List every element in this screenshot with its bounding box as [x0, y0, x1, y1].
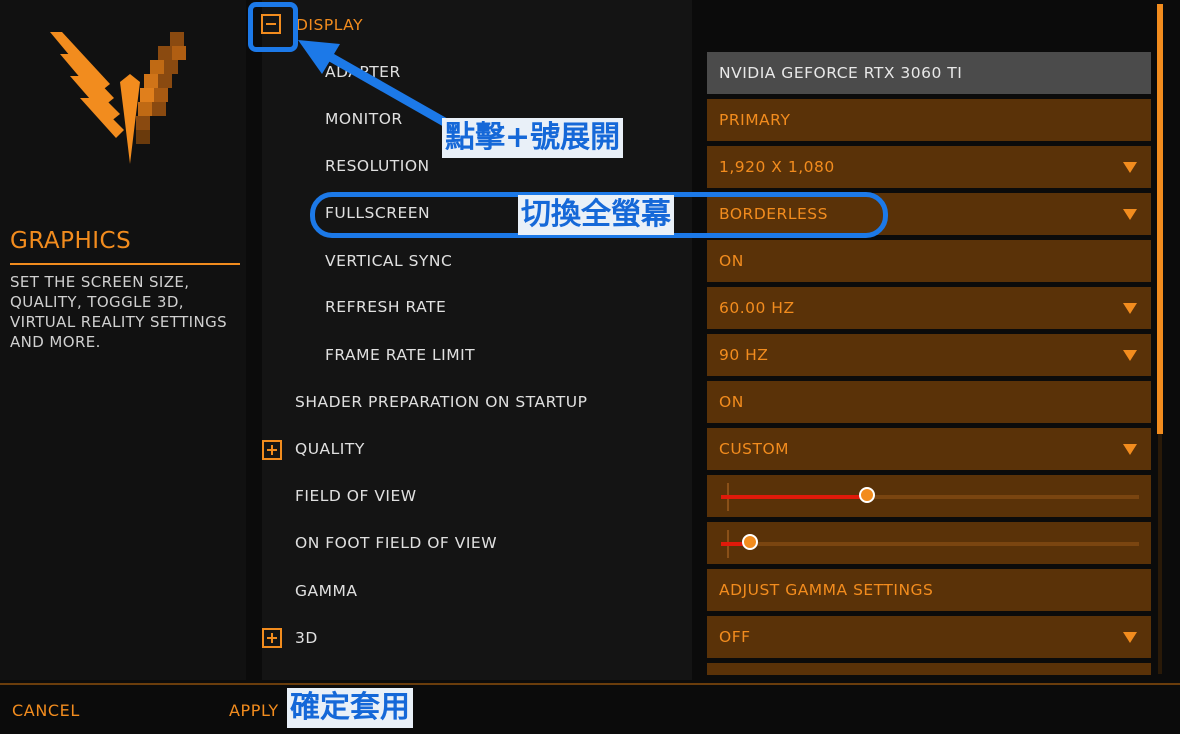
annotation-apply-text: 確定套用 — [287, 688, 413, 728]
annotation-expand-text: 點擊+號展開 — [442, 118, 624, 158]
annotation-arrow — [298, 40, 460, 133]
annotation-fullscreen-text: 切換全螢幕 — [518, 195, 674, 235]
